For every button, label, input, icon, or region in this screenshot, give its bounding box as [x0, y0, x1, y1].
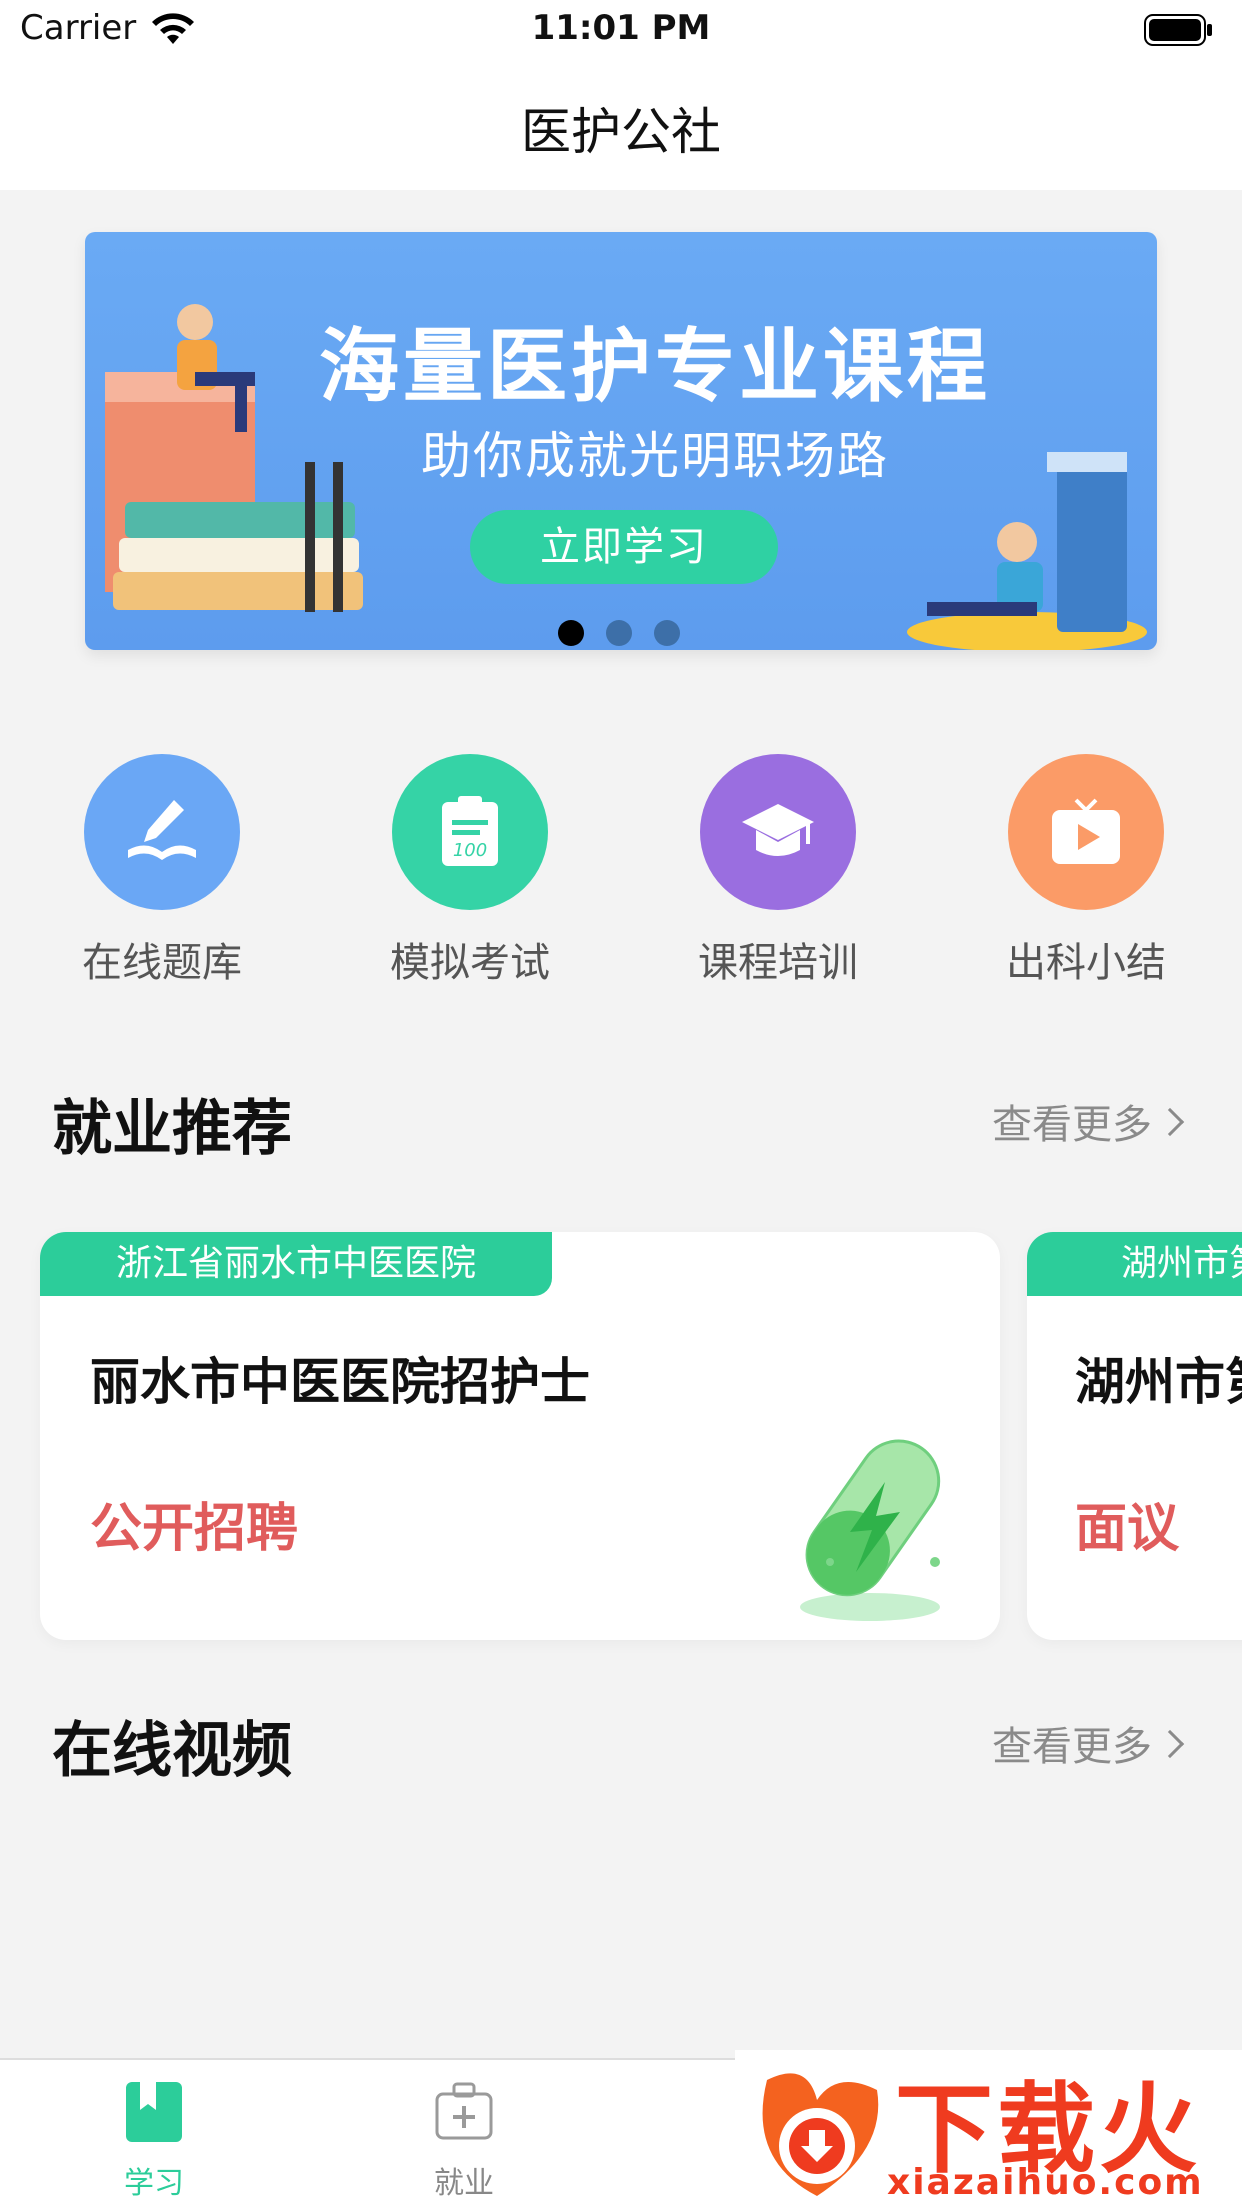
- entry-icon-circle: [1008, 754, 1164, 910]
- start-learning-button[interactable]: 立即学习: [470, 510, 778, 584]
- job-title: 丽水市中医医院招护士: [90, 1353, 590, 1411]
- jobs-section-title: 就业推荐: [52, 1094, 292, 1164]
- medical-kit-icon: [435, 2082, 493, 2140]
- video-section-title: 在线视频: [52, 1716, 292, 1786]
- entry-label: 模拟考试: [390, 940, 550, 986]
- tab-label: 就业: [434, 2166, 494, 2201]
- hospital-tag: 湖州市第: [1027, 1232, 1242, 1296]
- bookmark-icon: [126, 2082, 182, 2142]
- video-play-icon: [1052, 798, 1120, 864]
- course-training-entry[interactable]: 课程培训: [638, 754, 878, 994]
- jobs-view-more-link[interactable]: 查看更多: [992, 1092, 1185, 1150]
- promo-banner[interactable]: 海量医护专业课程 助你成就光明职场路 立即学习: [85, 232, 1157, 650]
- chevron-right-icon: [1155, 1729, 1185, 1759]
- tab-label: 学习: [124, 2166, 184, 2201]
- job-title: 湖州市第: [1075, 1353, 1242, 1411]
- clock: 11:01 PM: [531, 8, 711, 48]
- banner-page-indicator[interactable]: [558, 620, 688, 650]
- view-more-label: 查看更多: [992, 1102, 1152, 1148]
- entry-icon-circle: [84, 754, 240, 910]
- banner-subheadline: 助你成就光明职场路: [421, 427, 889, 485]
- entry-label: 在线题库: [82, 940, 242, 986]
- flame-download-logo-icon: [762, 2073, 879, 2196]
- hospital-tag: 浙江省丽水市中医医院: [40, 1232, 552, 1296]
- capsule-pill-icon: [800, 1439, 941, 1621]
- svg-text:100: 100: [453, 840, 487, 861]
- book-pen-icon: [128, 800, 196, 860]
- job-card[interactable]: 浙江省丽水市中医医院 丽水市中医医院招护士 公开招聘: [40, 1232, 1000, 1640]
- job-salary: 公开招聘: [90, 1499, 299, 1559]
- tab-jobs[interactable]: 就业: [384, 2080, 544, 2201]
- page-dot-2[interactable]: [606, 620, 632, 646]
- job-card[interactable]: 湖州市第 湖州市第 面议: [1027, 1232, 1242, 1640]
- exam-100-icon: 100: [442, 796, 498, 866]
- graduation-cap-icon: [742, 804, 814, 856]
- status-bar: Carrier 11:01 PM: [0, 0, 1242, 60]
- battery-icon: [1144, 14, 1212, 46]
- online-question-bank-entry[interactable]: 在线题库: [22, 754, 262, 994]
- banner-headline: 海量医护专业课程: [319, 320, 991, 413]
- entry-icon-circle: 100: [392, 754, 548, 910]
- tab-study[interactable]: 学习: [74, 2080, 234, 2201]
- rotation-summary-entry[interactable]: 出科小结: [946, 754, 1186, 994]
- entry-icon-circle: [700, 754, 856, 910]
- entry-label: 出科小结: [1006, 940, 1166, 986]
- page-dot-1[interactable]: [558, 620, 584, 646]
- job-salary: 面议: [1075, 1499, 1180, 1559]
- mock-exam-entry[interactable]: 100 模拟考试: [330, 754, 570, 994]
- page-dot-3[interactable]: [654, 620, 680, 646]
- watermark-logo: 下载火 xiazaihuo.com: [735, 2050, 1242, 2208]
- page-title: 医护公社: [521, 103, 721, 161]
- view-more-label: 查看更多: [992, 1724, 1152, 1770]
- video-view-more-link[interactable]: 查看更多: [992, 1714, 1185, 1772]
- navigation-bar: 医护公社: [0, 60, 1242, 190]
- entry-label: 课程培训: [698, 940, 858, 986]
- chevron-right-icon: [1155, 1107, 1185, 1137]
- watermark-url: xiazaihuo.com: [887, 2162, 1204, 2203]
